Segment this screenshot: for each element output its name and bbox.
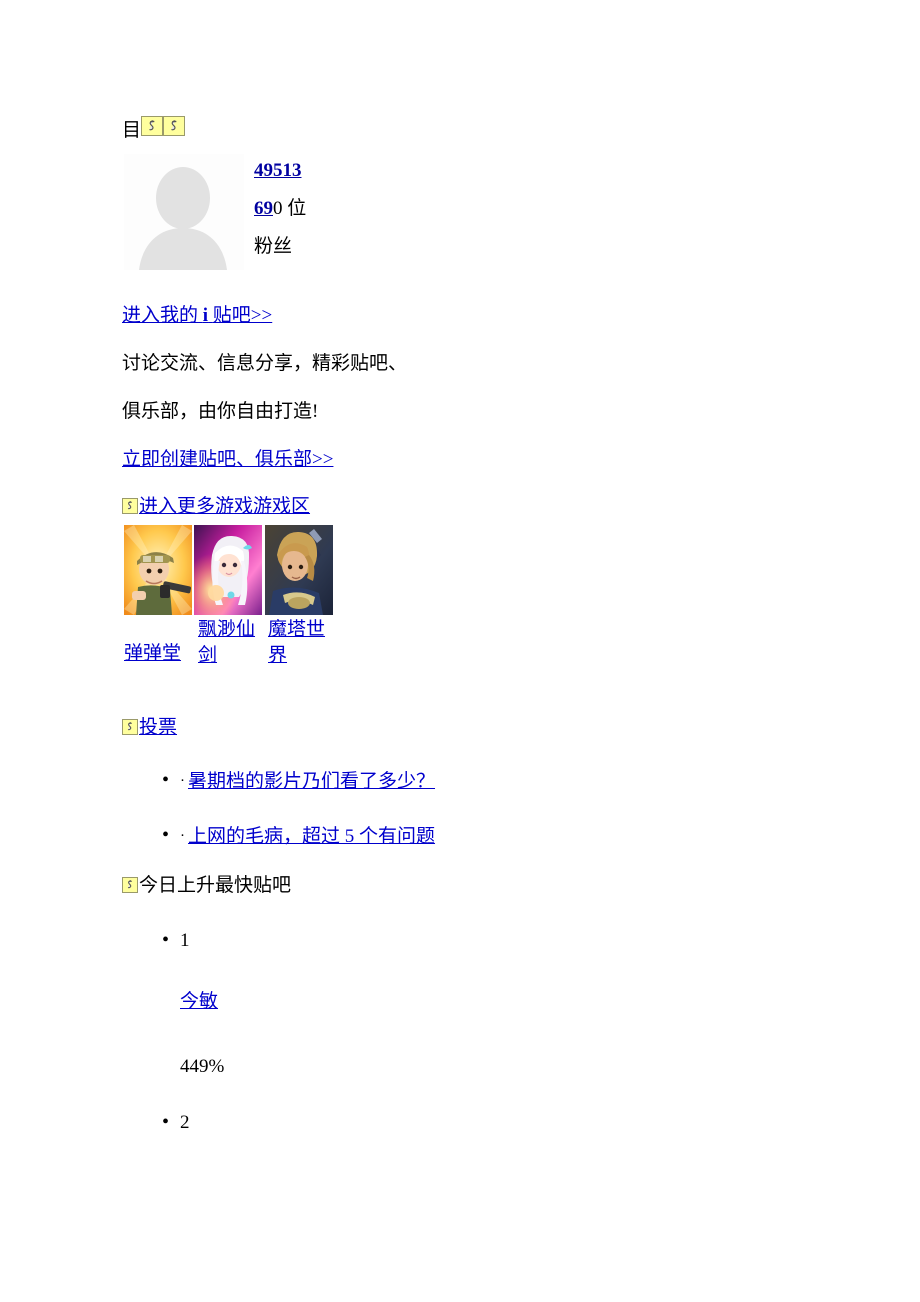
fans-label: 粉丝 xyxy=(254,236,293,257)
rising-tieba-link-0[interactable]: 今敏 xyxy=(180,991,218,1012)
game-thumb-soldier xyxy=(124,525,192,615)
profile-block: 49513 690 位 粉丝 xyxy=(122,154,822,274)
rising-section-header: 今日上升最快贴吧 xyxy=(122,875,822,897)
fans-count-link[interactable]: 69 xyxy=(254,198,273,219)
game-thumbnail-row xyxy=(122,525,822,615)
mu-character: 目 xyxy=(122,120,142,141)
item-dot: · xyxy=(180,828,185,844)
create-tieba-link[interactable]: 立即创建贴吧、俱乐部>> xyxy=(122,449,333,470)
enter-more-games-link[interactable]: 进入更多游戏游戏区 xyxy=(139,496,310,517)
game-thumb-warrior xyxy=(265,525,333,615)
vote-item-link-0[interactable]: 暑期档的影片乃们看了多少？ xyxy=(188,771,435,792)
rank-number: 1 xyxy=(180,930,190,951)
game-thumbnail[interactable] xyxy=(194,525,262,615)
broken-image-icon[interactable] xyxy=(141,116,164,136)
game-label: 飘渺仙剑 xyxy=(198,617,264,669)
vote-section-header: 投票 xyxy=(122,717,822,739)
broken-image-icon[interactable] xyxy=(122,498,138,514)
game-thumbnail[interactable] xyxy=(124,525,192,615)
vote-list: ·暑期档的影片乃们看了多少？ ·上网的毛病，超过 5 个有问题 xyxy=(122,768,822,849)
rising-list: 1 今敏 449% 2 xyxy=(122,928,822,1135)
list-item: 1 今敏 449% xyxy=(122,928,822,1079)
broken-image-icon[interactable] xyxy=(122,877,138,893)
fans-count-rest: 0 位 xyxy=(273,198,307,219)
document-content: 目 49513 690 位 粉丝 进入我的 i 贴吧>> 讨论交流、信息分享，精… xyxy=(122,116,822,1135)
game-label: 弹弹堂 xyxy=(124,641,192,667)
create-tieba-row: 立即创建贴吧、俱乐部>> xyxy=(122,448,822,472)
rank-name-row: 今敏 xyxy=(180,990,822,1014)
vote-section-link[interactable]: 投票 xyxy=(139,717,177,738)
post-count-link[interactable]: 49513 xyxy=(254,160,302,181)
enter-link-pre: 进入我的 xyxy=(122,305,199,326)
game-thumbnail[interactable] xyxy=(265,525,333,615)
game-label: 魔塔世界 xyxy=(268,617,334,669)
profile-stats: 49513 690 位 粉丝 xyxy=(254,154,306,268)
rank-number: 2 xyxy=(180,1112,190,1133)
enter-link-post: 贴吧>> xyxy=(212,305,273,326)
game-link-0[interactable]: 弹弹堂 xyxy=(124,643,181,664)
list-item: ·上网的毛病，超过 5 个有问题 xyxy=(122,823,822,849)
avatar[interactable] xyxy=(124,154,244,270)
list-item: ·暑期档的影片乃们看了多少？ xyxy=(122,768,822,794)
list-item: 2 xyxy=(122,1110,822,1135)
game-link-1[interactable]: 飘渺仙剑 xyxy=(198,619,255,666)
broken-image-icon[interactable] xyxy=(122,719,138,735)
enter-tieba-row: 进入我的 i 贴吧>> xyxy=(122,304,822,328)
document-page: 目 49513 690 位 粉丝 进入我的 i 贴吧>> 讨论交流、信息分享，精… xyxy=(0,0,920,1302)
broken-image-icon[interactable] xyxy=(163,116,186,136)
post-count-row: 49513 xyxy=(254,154,306,192)
game-thumb-fairy xyxy=(194,525,262,615)
description-line-1: 讨论交流、信息分享，精彩贴吧、 xyxy=(122,353,408,374)
default-avatar-silhouette xyxy=(124,154,244,270)
enter-link-i: i xyxy=(202,305,209,326)
fans-count-row: 690 位 xyxy=(254,192,306,230)
top-icon-row: 目 xyxy=(122,116,822,140)
enter-my-tieba-link[interactable]: 进入我的 i 贴吧>> xyxy=(122,305,272,326)
games-section-header: 进入更多游戏游戏区 xyxy=(122,496,822,518)
description-line-2: 俱乐部，由你自由打造! xyxy=(122,401,319,422)
rank-percent: 449% xyxy=(180,1056,225,1077)
game-link-2[interactable]: 魔塔世界 xyxy=(268,619,325,666)
vote-item-link-1[interactable]: 上网的毛病，超过 5 个有问题 xyxy=(188,826,435,847)
rising-section-title: 今日上升最快贴吧 xyxy=(139,875,292,896)
fans-label-row: 粉丝 xyxy=(254,230,306,268)
game-label-row: 弹弹堂 飘渺仙剑 魔塔世界 xyxy=(122,617,822,691)
item-dot: · xyxy=(180,773,185,789)
